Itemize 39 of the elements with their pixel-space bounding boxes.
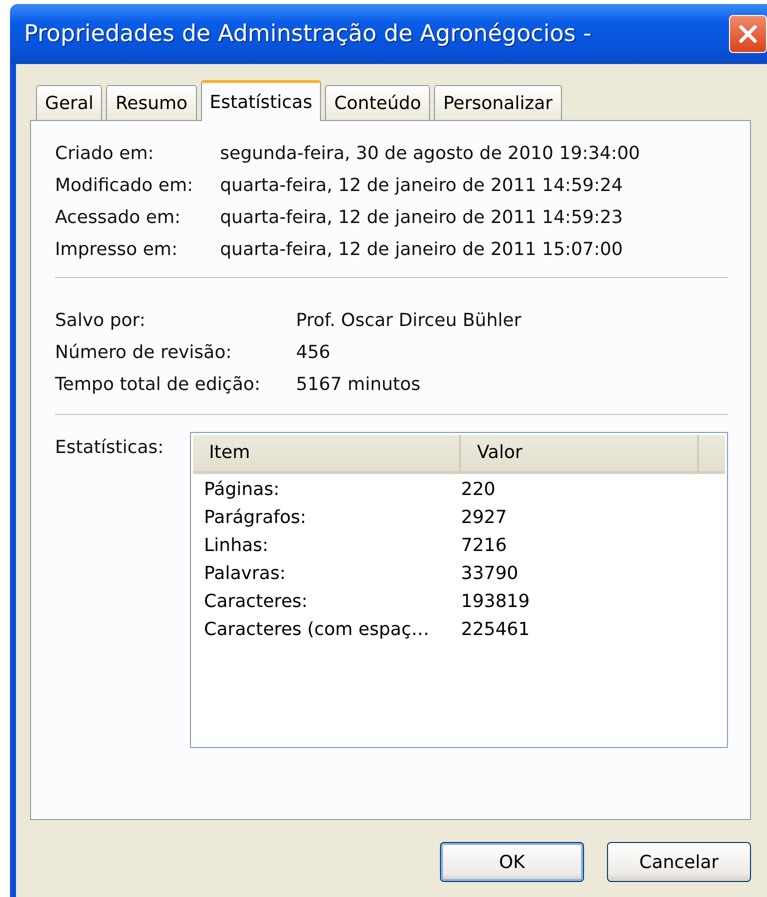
field-label: Acessado em: [55, 206, 182, 230]
dialog-button[interactable]: OK [440, 842, 584, 882]
close-icon [737, 23, 759, 45]
field-value: 456 [296, 341, 332, 365]
list-cell-text: Parágrafos: [203, 506, 308, 530]
list-cell-text: Páginas: [203, 478, 280, 502]
field-label: Modificado em: [55, 174, 194, 198]
list-cell-text: 193819 [461, 590, 530, 614]
list-cell-text: Caracteres (com espaç… [203, 618, 430, 642]
close-button[interactable] [729, 15, 767, 53]
list-cell-text: 7216 [461, 534, 507, 558]
field-value: segunda-feira, 30 de agosto de 2010 19:34:00 [220, 142, 642, 166]
list-cell-text: 220 [461, 478, 496, 502]
column-header[interactable]: Valor [461, 435, 699, 471]
field-label: Criado em: [55, 142, 155, 166]
field-label: Número de revisão: [55, 341, 233, 365]
field-label: Salvo por: [55, 309, 146, 333]
list-cell-text: Linhas: [203, 534, 270, 558]
window-title: Propriedades de Adminstração de Agronégocios - [24, 21, 592, 47]
list-cell-text: Palavras: [203, 562, 287, 586]
field-label: Estatísticas: [55, 436, 165, 460]
list-cell-text: 2927 [461, 506, 507, 530]
tab[interactable]: Geral [36, 85, 102, 120]
dialog-button[interactable]: Cancelar [607, 842, 751, 882]
field-value: quarta-feira, 12 de janeiro de 2011 15:07:00 [220, 238, 624, 262]
list-cell-text: 225461 [461, 618, 530, 642]
tab[interactable]: Conteúdo [325, 85, 430, 120]
list-cell-text: Caracteres: [203, 590, 309, 614]
field-value: quarta-feira, 12 de janeiro de 2011 14:59:24 [220, 174, 624, 198]
tab[interactable]: Estatísticas [200, 80, 322, 121]
tab[interactable]: Resumo [106, 85, 197, 120]
field-value: 5167 minutos [296, 373, 422, 397]
column-header[interactable]: Item [193, 435, 461, 471]
tab[interactable]: Personalizar [434, 85, 562, 120]
field-value: Prof. Oscar Dirceu Bühler [296, 309, 522, 333]
field-value: quarta-feira, 12 de janeiro de 2011 14:59:23 [220, 206, 624, 230]
list-cell-text: 33790 [461, 562, 518, 586]
field-label: Tempo total de edição: [55, 373, 262, 397]
field-label: Impresso em: [55, 238, 179, 262]
